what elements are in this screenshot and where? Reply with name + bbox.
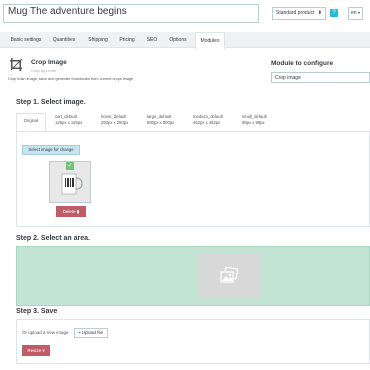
image-tab-original[interactable]: Original (16, 113, 46, 132)
select-image-button[interactable]: Select image for change (22, 145, 80, 155)
image-tab-home-default[interactable]: home_default 250px x 250px (101, 114, 128, 131)
upload-label: Or upload a new image (22, 330, 69, 335)
delete-image-button[interactable]: Delete ▮ (56, 206, 86, 217)
tab-options[interactable]: Options (167, 32, 189, 48)
image-tab-size: 250px x 250px (101, 119, 129, 125)
resize-button[interactable]: Resize ▾ (22, 345, 50, 356)
tab-seo[interactable]: SEO (145, 32, 159, 48)
step1-title: Step 1. Select image. (16, 99, 86, 106)
language-value: en (351, 10, 357, 16)
crop-image-placeholder[interactable] (198, 254, 260, 298)
chevron-down-icon: ▾ (42, 348, 45, 353)
image-tab-small-default[interactable]: small_default 98px x 98px (242, 114, 267, 131)
chevron-down-icon: ⬍ (317, 10, 322, 16)
image-tab-name: home_default (101, 114, 127, 119)
image-tab-cart-default[interactable]: cart_default 125px x 125px (55, 114, 82, 131)
module-configure-select[interactable]: Crop image (271, 72, 370, 83)
image-tab-name: small_default (242, 114, 267, 119)
image-tab-medium-default[interactable]: medium_default 452px x 452px (193, 114, 223, 131)
module-author: Crop by Lenih (31, 68, 56, 73)
step2-title: Step 2. Select an area. (16, 235, 90, 242)
product-type-select[interactable]: Standard product ⬍ (272, 7, 326, 20)
tab-shipping[interactable]: Shipping (86, 32, 110, 48)
product-name-input[interactable]: Mug The adventure begins (3, 4, 259, 23)
file-icon: ▪ (78, 330, 81, 335)
resize-label: Resize (27, 348, 42, 353)
tab-quantities[interactable]: Quantities (50, 32, 78, 48)
chevron-down-icon: ▾ (357, 10, 360, 15)
image-tab-size: 125px x 125px (55, 119, 83, 125)
upload-file-button[interactable]: ▪ Upload file (74, 328, 108, 338)
product-tabs: Basic settings Quantities Shipping Prici… (0, 32, 370, 49)
image-tab-name: medium_default (193, 114, 223, 119)
trash-icon: ▮ (76, 209, 80, 214)
tab-pricing[interactable]: Pricing (117, 32, 137, 48)
module-title: Crop Image (31, 59, 67, 66)
image-tab-large-default[interactable]: large_default 800px x 800px (147, 114, 174, 131)
image-tab-size: 98px x 98px (242, 119, 265, 125)
image-icon (220, 267, 238, 283)
crop-area[interactable] (16, 246, 370, 306)
image-tab-size: 800px x 800px (147, 119, 175, 125)
product-image-thumbnail[interactable]: ✓ (49, 161, 91, 203)
module-description: Crop main image, save and generate thumb… (8, 77, 134, 81)
delete-label: Delete (62, 209, 76, 214)
tab-modules[interactable]: Modules (195, 32, 225, 49)
upload-button-label: Upload file (81, 330, 104, 335)
tab-basic-settings[interactable]: Basic settings (9, 32, 43, 48)
module-configure-label: Module to configure (271, 60, 334, 67)
help-icon[interactable]: ? (330, 9, 338, 17)
product-type-value: Standard product (276, 10, 315, 16)
top-bar: Mug The adventure begins Standard produc… (0, 0, 370, 28)
crop-icon (9, 57, 23, 72)
step3-title: Step 3. Save (16, 308, 58, 315)
image-tab-size: 452px x 452px (193, 119, 221, 125)
image-tab-name: large_default (147, 114, 172, 119)
selected-check-icon: ✓ (66, 162, 74, 170)
language-select[interactable]: en ▾ (348, 7, 363, 20)
step3-panel (16, 319, 370, 364)
